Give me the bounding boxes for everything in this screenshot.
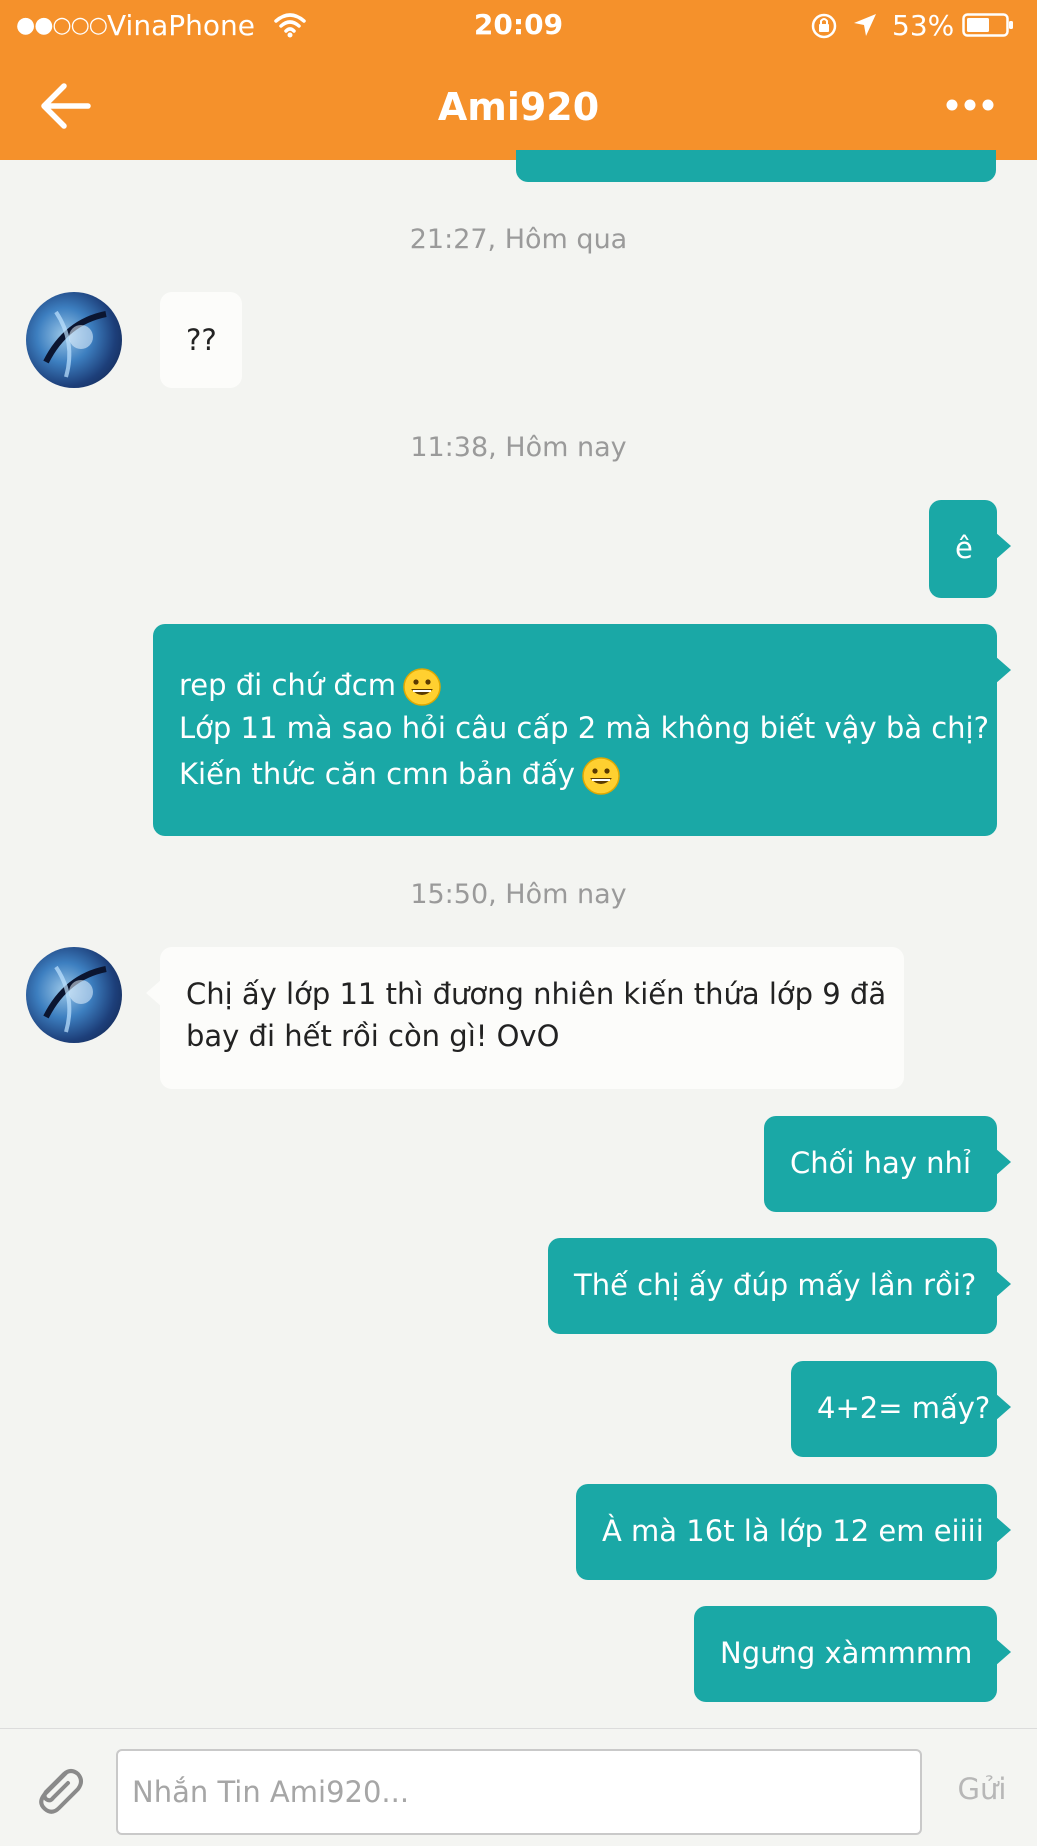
message-text: Chị ấy lớp 11 thì đương nhiên kiến thứa … [186,977,887,1011]
message-text: Lớp 11 mà sao hỏi câu cấp 2 mà không biế… [179,711,989,745]
message-text: ê [955,531,973,565]
rotation-lock-icon [811,13,837,39]
app-header: ●●○○○ VinaPhone 20:09 53% Ami920 [0,0,1037,160]
message-bubble-outgoing[interactable]: rep đi chứ đcm Lớp 11 mà sao hỏi câu cấp… [153,624,1011,836]
message-bubble-outgoing[interactable]: 4+2= mấy? [791,1361,1011,1457]
message-bubble-outgoing[interactable]: Thế chị ấy đúp mấy lần rồi? [548,1238,1011,1334]
grinning-face-emoji [403,668,441,706]
message-text: bay đi hết rồi còn gì! OvO [186,1019,560,1053]
avatar[interactable] [26,292,122,388]
grinning-face-emoji [582,757,620,795]
battery-icon [962,13,1013,37]
message-text: ?? [186,323,217,357]
message-bubble-outgoing[interactable]: Chối hay nhỉ [764,1116,1011,1212]
more-dots-icon[interactable] [940,90,1000,120]
previous-message-bubble [516,150,996,182]
message-bubble-outgoing[interactable]: Ngưng xàmmmm [694,1606,1011,1702]
message-bubble-outgoing[interactable]: À mà 16t là lớp 12 em eiiii [576,1484,1011,1580]
message-text: Thế chị ấy đúp mấy lần rồi? [574,1268,977,1302]
status-bar: ●●○○○ VinaPhone 20:09 53% [0,0,1037,52]
timestamp: 11:38, Hôm nay [410,432,627,463]
send-button[interactable]: Gửi [942,1769,1022,1809]
message-input[interactable] [116,1749,922,1835]
message-bubble-incoming[interactable]: Chị ấy lớp 11 thì đương nhiên kiến thứa … [146,947,904,1089]
timestamp: 21:27, Hôm qua [409,224,628,255]
message-bubble-incoming[interactable]: ?? [160,292,242,388]
message-line: Kiến thức căn cmn bản đấy [179,753,997,796]
message-text: Ngưng xàmmmm [720,1636,973,1670]
message-text: Chối hay nhỉ [790,1146,971,1180]
message-text: À mà 16t là lớp 12 em eiiii [602,1514,984,1548]
timestamp: 15:50, Hôm nay [410,879,627,910]
location-arrow-icon [854,14,876,36]
message-text: rep đi chứ đcm [179,668,396,702]
avatar-image [43,965,107,1033]
message-bubble-outgoing[interactable]: ê [929,500,1011,598]
message-text: 4+2= mấy? [817,1391,991,1425]
avatar[interactable] [26,947,122,1043]
message-line: rep đi chứ đcm [179,664,997,707]
battery-percent: 53% [892,9,955,42]
message-text: Kiến thức căn cmn bản đấy [179,757,576,791]
paperclip-icon[interactable] [26,1759,88,1821]
chat-title: Ami920 [437,85,600,129]
avatar-image [43,310,107,378]
composer-bar: Gửi [0,1728,1037,1846]
clock: 20:09 [473,8,564,41]
